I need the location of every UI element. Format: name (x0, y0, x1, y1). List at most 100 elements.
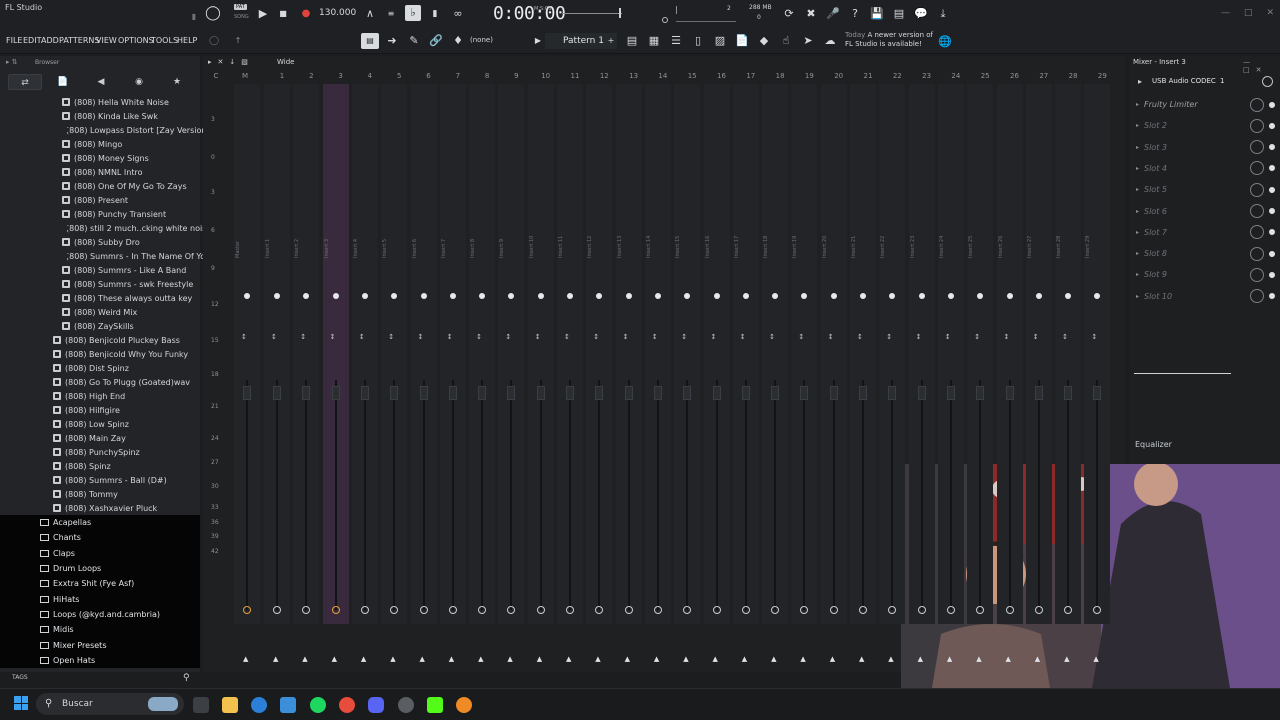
time-display[interactable]: 0:00:00 (493, 3, 566, 24)
spotify-icon[interactable] (310, 697, 326, 713)
fader-handle[interactable] (624, 386, 633, 400)
mixer-knob[interactable] (332, 293, 339, 299)
pan-control-icon[interactable]: ↕ (1062, 333, 1068, 341)
list-item[interactable]: (808) Tommy (0, 487, 200, 501)
help-icon[interactable]: ? (847, 6, 863, 22)
tags-label[interactable]: TAGS (12, 674, 28, 681)
slot-enable-toggle[interactable] (1269, 144, 1275, 151)
pan-control-icon[interactable]: ↕ (711, 333, 717, 341)
pan-control-icon[interactable]: ↕ (681, 333, 687, 341)
fader-handle[interactable] (976, 386, 985, 400)
route-knob[interactable] (331, 606, 340, 614)
fader-handle[interactable] (273, 386, 281, 400)
route-knob[interactable] (1005, 606, 1014, 614)
record-icon[interactable]: ● (298, 6, 314, 22)
list-item[interactable]: (808) Xashxavier Pluck (0, 501, 200, 515)
route-arrow-icon[interactable]: ▲ (332, 655, 337, 663)
slot-enable-toggle[interactable] (1269, 165, 1275, 172)
route-arrow-icon[interactable]: ▲ (859, 655, 864, 663)
list-item[interactable]: (808) Hella White Noise (0, 95, 200, 109)
route-arrow-icon[interactable]: ▲ (1006, 655, 1011, 663)
audio-device[interactable]: USB Audio CODEC (1152, 77, 1216, 85)
mixer-knob[interactable] (713, 293, 720, 299)
route-knob[interactable] (360, 606, 369, 614)
fader-handle[interactable] (419, 386, 428, 400)
list-item[interactable]: (808) Subby Dro (0, 235, 200, 249)
fader-handle[interactable] (1034, 386, 1043, 400)
arrow-icon[interactable]: ➜ (384, 33, 400, 49)
list-item[interactable]: (808) still 2 much..cking white noise (0, 221, 211, 235)
fader-handle[interactable] (448, 386, 457, 400)
pan-control-icon[interactable]: ↕ (828, 333, 834, 341)
mixer-toolbar-icons[interactable]: ▸✕↓▧ (208, 58, 254, 66)
audio-device-channel[interactable]: 1 (1220, 77, 1224, 85)
fader-handle[interactable] (683, 386, 692, 400)
mixer-knob[interactable] (1006, 293, 1013, 299)
route-knob[interactable] (859, 606, 867, 614)
fader-handle[interactable] (1064, 386, 1073, 400)
route-knob[interactable] (829, 606, 838, 614)
route-arrow-icon[interactable]: ▲ (449, 655, 454, 663)
list-item[interactable]: (808) Present (0, 193, 200, 207)
touch-icon[interactable]: ☝ (778, 33, 794, 49)
fader-handle[interactable] (536, 386, 545, 400)
fader-handle[interactable] (507, 386, 516, 400)
folder-item[interactable]: HiHats (0, 591, 200, 606)
pan-control-icon[interactable]: ↕ (241, 333, 247, 341)
route-knob[interactable] (273, 606, 281, 614)
list-item[interactable]: (808) Benjicold Pluckey Bass (0, 333, 200, 347)
pan-control-icon[interactable]: ↕ (886, 333, 892, 341)
mixer-knob[interactable] (420, 293, 427, 299)
list-item[interactable]: (808) Spinz (0, 459, 200, 473)
list-item[interactable]: (808) Kinda Like Swk (0, 109, 200, 123)
tab-favorites-icon[interactable]: ★ (160, 74, 194, 90)
slot-enable-toggle[interactable] (1269, 271, 1275, 278)
discord-icon[interactable] (368, 697, 384, 713)
mix-level-knob[interactable] (1250, 204, 1264, 218)
slot-enable-toggle[interactable] (1269, 186, 1275, 193)
pan-control-icon[interactable]: ↕ (330, 333, 336, 341)
route-arrow-icon[interactable]: ▲ (1035, 655, 1040, 663)
add-pattern-icon[interactable]: + (603, 33, 619, 49)
route-arrow-icon[interactable]: ▲ (302, 655, 307, 663)
list-item[interactable]: (808) Hilfigire (0, 403, 200, 417)
pan-control-icon[interactable]: ↕ (769, 333, 775, 341)
maximize-icon[interactable]: □ (1244, 8, 1253, 18)
record-mode-icon[interactable]: ▮ (186, 9, 202, 25)
mixer-knob[interactable] (244, 293, 250, 299)
fader-handle[interactable] (595, 386, 604, 400)
fader-handle[interactable] (331, 386, 340, 400)
step-edit-icon[interactable]: ▮ (427, 6, 443, 22)
pan-control-icon[interactable]: ↕ (359, 333, 365, 341)
folder-item[interactable]: Midis (0, 622, 200, 637)
draw-icon[interactable]: ✎ (406, 33, 422, 49)
mixer-knob[interactable] (860, 293, 866, 299)
fader-handle[interactable] (946, 386, 955, 400)
folder-item[interactable]: Open Hats (0, 653, 200, 668)
list-item[interactable]: (808) Dist Spinz (0, 361, 200, 375)
fader-handle[interactable] (243, 386, 251, 400)
menu-patterns[interactable]: PATTERNS (59, 36, 99, 45)
slot-enable-toggle[interactable] (1269, 208, 1275, 214)
pat-mode-label[interactable]: PAT (234, 4, 247, 10)
fader-handle[interactable] (478, 386, 487, 400)
folder-item[interactable]: Exxtra Shit (Fye Asf) (0, 576, 200, 591)
slot-enable-toggle[interactable] (1269, 229, 1275, 236)
list-item[interactable]: (808) Summrs - In The Name Of You (0, 249, 210, 263)
countdown-icon[interactable]: ♭ (405, 5, 421, 21)
tab-current-project-icon[interactable]: 📄 (46, 74, 80, 90)
pan-control-icon[interactable]: ↕ (476, 333, 482, 341)
route-arrow-icon[interactable]: ▲ (390, 655, 395, 663)
snap-icon[interactable]: ▤ (361, 33, 379, 49)
mix-level-knob[interactable] (1250, 97, 1264, 112)
fader-handle[interactable] (888, 386, 897, 400)
folder-item[interactable]: Mixer Presets (0, 637, 200, 652)
store-icon[interactable] (280, 697, 296, 713)
fader-handle[interactable] (566, 386, 574, 400)
edge-icon[interactable] (251, 697, 267, 713)
fader-handle[interactable] (1005, 386, 1014, 400)
list-item[interactable]: (808) Punchy Transient (0, 207, 200, 221)
route-arrow-icon[interactable]: ▲ (918, 655, 923, 663)
folder-item[interactable]: Claps (0, 546, 200, 561)
browser-options-icon[interactable]: ▸ ⇅ (6, 58, 18, 66)
